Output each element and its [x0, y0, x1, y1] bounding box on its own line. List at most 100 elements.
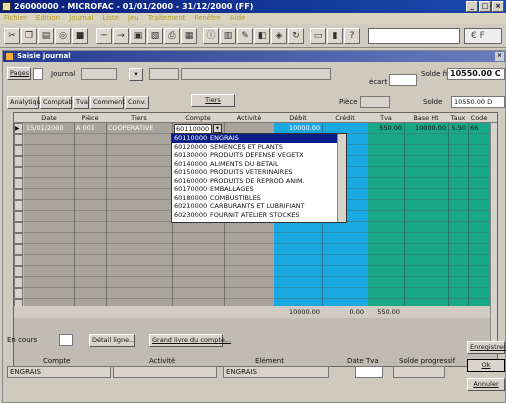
- detail-ligne-button[interactable]: Détail ligne...: [89, 334, 135, 347]
- print-icon[interactable]: ⎙: [164, 28, 180, 44]
- row-selector[interactable]: [14, 222, 23, 233]
- en-cours-field: [59, 334, 73, 346]
- copy-icon[interactable]: ❐: [21, 28, 37, 44]
- row-selector[interactable]: [14, 266, 23, 277]
- row-debit[interactable]: 10000.00: [276, 124, 320, 133]
- graph-icon[interactable]: ▮: [327, 28, 343, 44]
- row-selector[interactable]: [14, 134, 23, 145]
- row-selector[interactable]: [14, 189, 23, 200]
- pages-field[interactable]: [33, 68, 43, 80]
- dropdown-scrollbar[interactable]: [337, 134, 346, 222]
- row-date[interactable]: 15/01/2000: [26, 124, 63, 133]
- row-tva[interactable]: 550.00: [370, 124, 402, 133]
- dropdown-option[interactable]: 60170000 EMBALLAGES: [172, 185, 346, 194]
- close-icon[interactable]: ×: [495, 52, 504, 61]
- tab-tva[interactable]: Tva: [73, 96, 89, 109]
- palette-icon[interactable]: ◈: [271, 28, 287, 44]
- tab-analytique[interactable]: Analytique: [7, 96, 45, 109]
- row-selector[interactable]: [14, 178, 23, 189]
- row-code-tva[interactable]: 66: [470, 124, 478, 133]
- cut-icon[interactable]: ✂: [4, 28, 20, 44]
- row-selector[interactable]: ▶: [14, 123, 23, 134]
- col-compte: Compte: [185, 114, 211, 122]
- menu-fenetre[interactable]: Fenêtre: [194, 13, 220, 24]
- info-icon[interactable]: ⓘ: [203, 28, 219, 44]
- journal-dropdown-button[interactable]: ▾: [129, 68, 143, 81]
- toolbar-search-input[interactable]: [368, 28, 460, 44]
- row-piece[interactable]: A 001: [76, 124, 95, 133]
- chart-icon[interactable]: ◧: [254, 28, 270, 44]
- grid-scrollbar[interactable]: [490, 123, 497, 349]
- row-tiers[interactable]: COOPERATIVE: [108, 124, 153, 133]
- find-icon[interactable]: ◎: [55, 28, 71, 44]
- piece-field[interactable]: [360, 96, 390, 108]
- row-selector[interactable]: [14, 255, 23, 266]
- journal-name-field[interactable]: [181, 68, 331, 80]
- row-selector[interactable]: [14, 288, 23, 299]
- row-taux[interactable]: 5.50: [450, 124, 466, 133]
- menu-aide[interactable]: Aide: [230, 13, 245, 24]
- tab-comptable[interactable]: Comptable: [40, 96, 78, 109]
- preview-icon[interactable]: ▧: [147, 28, 163, 44]
- saisie-journal-window: Saisie journal × Pages Journal ▾ écart S…: [2, 50, 506, 403]
- refresh-icon[interactable]: ↻: [288, 28, 304, 44]
- dropdown-option[interactable]: 60110000 ENGRAIS: [172, 134, 346, 143]
- help-icon[interactable]: ?: [344, 28, 360, 44]
- menu-jeu[interactable]: Jeu: [128, 13, 139, 24]
- app-icon: [2, 2, 11, 11]
- menu-edition[interactable]: Edition: [36, 13, 60, 24]
- col-credit: Crédit: [335, 114, 355, 122]
- pages-button[interactable]: Pages: [7, 67, 31, 80]
- journal-grid: Date Pièce Tiers Compte Activité Débit C…: [13, 112, 498, 367]
- menu-liste[interactable]: Liste: [102, 13, 119, 24]
- grand-livre-button[interactable]: Grand livre du compte...: [149, 334, 231, 347]
- option-label: COMBUSTIBLES: [210, 193, 261, 202]
- menu-journal[interactable]: Journal: [69, 13, 93, 24]
- dropdown-option[interactable]: 60160000 PRODUITS DE REPROD ANIM.: [172, 177, 346, 186]
- tab-comment[interactable]: Comment: [90, 96, 125, 109]
- menu-traitement[interactable]: Traitement: [148, 13, 186, 24]
- annuler-button[interactable]: Annuler: [467, 378, 505, 391]
- combo-dropdown-arrow[interactable]: ▾: [213, 124, 222, 133]
- journal-field[interactable]: [81, 68, 117, 80]
- currency-field[interactable]: € F: [464, 28, 502, 44]
- tiers-button[interactable]: Tiers: [191, 94, 235, 107]
- option-label: CARBURANTS ET LUBRIFIANT: [210, 202, 305, 210]
- dropdown-option[interactable]: 60150000 PRODUITS VETERINAIRES: [172, 168, 346, 177]
- tab-conv[interactable]: Conv.: [125, 96, 149, 109]
- arrow-icon[interactable]: →: [113, 28, 129, 44]
- dropdown-option[interactable]: 60210000 CARBURANTS ET LUBRIFIANT: [172, 202, 346, 211]
- save-icon[interactable]: ▣: [130, 28, 146, 44]
- piece-label: Pièce: [339, 98, 358, 106]
- row-selector[interactable]: [14, 244, 23, 255]
- maximize-button[interactable]: □: [479, 1, 491, 12]
- menu-fichier[interactable]: Fichier: [4, 13, 27, 24]
- dropdown-option[interactable]: 60130000 PRODUITS DEFENSE VEGETX: [172, 151, 346, 160]
- table-icon[interactable]: ▥: [220, 28, 236, 44]
- row-base-ht[interactable]: 10000.00: [406, 124, 446, 133]
- row-selector[interactable]: [14, 167, 23, 178]
- row-selector[interactable]: [14, 233, 23, 244]
- enregistrer-button[interactable]: Enregistrer: [467, 341, 506, 354]
- row-selector[interactable]: [14, 145, 23, 156]
- row-selector[interactable]: [14, 200, 23, 211]
- edit-icon[interactable]: ✎: [237, 28, 253, 44]
- window-icon[interactable]: ▭: [310, 28, 326, 44]
- minimize-button[interactable]: _: [466, 1, 478, 12]
- row-selector[interactable]: [14, 277, 23, 288]
- dropdown-option[interactable]: 60230000 FOURNIT ATELIER STOCKES: [172, 211, 346, 220]
- dropdown-option[interactable]: 60180000 COMBUSTIBLES: [172, 194, 346, 203]
- dropdown-option[interactable]: 60120000 SEMENCES ET PLANTS: [172, 143, 346, 152]
- compte-dropdown-list[interactable]: 60110000 ENGRAIS 60120000 SEMENCES ET PLANT…: [171, 133, 347, 223]
- line-icon[interactable]: ─: [96, 28, 112, 44]
- close-button[interactable]: ×: [492, 1, 504, 12]
- paste-icon[interactable]: ▤: [38, 28, 54, 44]
- stop-icon[interactable]: ■: [72, 28, 88, 44]
- ok-button[interactable]: Ok: [467, 359, 505, 372]
- row-selector[interactable]: [14, 211, 23, 222]
- row-selector[interactable]: [14, 156, 23, 167]
- journal-code-field[interactable]: [149, 68, 179, 80]
- dropdown-option[interactable]: 60140000 ALIMENTS DU BETAIL: [172, 160, 346, 169]
- footer-date-tva-field[interactable]: [355, 366, 383, 378]
- calc-icon[interactable]: ▦: [181, 28, 197, 44]
